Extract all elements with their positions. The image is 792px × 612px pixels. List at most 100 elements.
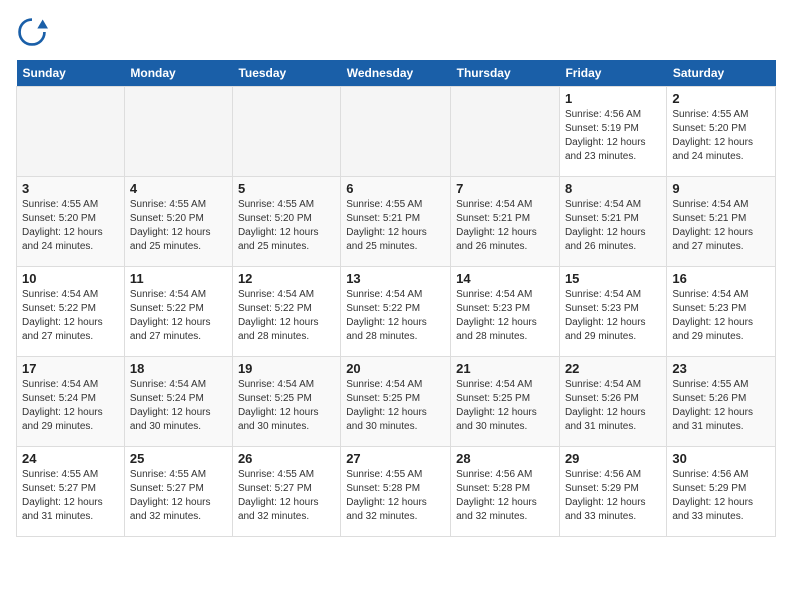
calendar-cell: 2 Sunrise: 4:55 AM Sunset: 5:20 PM Daylig… xyxy=(667,87,776,177)
day-number: 4 xyxy=(130,181,227,196)
day-number: 27 xyxy=(346,451,445,466)
calendar-cell: 4 Sunrise: 4:55 AM Sunset: 5:20 PM Daylig… xyxy=(124,177,232,267)
calendar-cell: 8 Sunrise: 4:54 AM Sunset: 5:21 PM Daylig… xyxy=(559,177,666,267)
calendar-cell xyxy=(232,87,340,177)
day-info: Sunrise: 4:55 AM Sunset: 5:27 PM Dayligh… xyxy=(22,468,119,524)
col-header-saturday: Saturday xyxy=(667,60,776,87)
calendar-week-2: 3 Sunrise: 4:55 AM Sunset: 5:20 PM Daylig… xyxy=(17,177,776,267)
calendar-table: SundayMondayTuesdayWednesdayThursdayFrid… xyxy=(16,60,776,537)
day-info: Sunrise: 4:54 AM Sunset: 5:22 PM Dayligh… xyxy=(346,288,445,344)
calendar-cell: 26 Sunrise: 4:55 AM Sunset: 5:27 PM Dayli… xyxy=(232,447,340,537)
calendar-week-5: 24 Sunrise: 4:55 AM Sunset: 5:27 PM Dayli… xyxy=(17,447,776,537)
day-info: Sunrise: 4:54 AM Sunset: 5:23 PM Dayligh… xyxy=(456,288,554,344)
calendar-cell: 13 Sunrise: 4:54 AM Sunset: 5:22 PM Dayli… xyxy=(341,267,451,357)
day-info: Sunrise: 4:55 AM Sunset: 5:20 PM Dayligh… xyxy=(130,198,227,254)
col-header-thursday: Thursday xyxy=(451,60,560,87)
day-info: Sunrise: 4:54 AM Sunset: 5:22 PM Dayligh… xyxy=(238,288,335,344)
day-number: 2 xyxy=(672,91,770,106)
day-number: 24 xyxy=(22,451,119,466)
day-number: 29 xyxy=(565,451,661,466)
logo-icon xyxy=(16,16,48,48)
day-info: Sunrise: 4:54 AM Sunset: 5:23 PM Dayligh… xyxy=(565,288,661,344)
calendar-cell: 5 Sunrise: 4:55 AM Sunset: 5:20 PM Daylig… xyxy=(232,177,340,267)
calendar-cell: 1 Sunrise: 4:56 AM Sunset: 5:19 PM Daylig… xyxy=(559,87,666,177)
day-info: Sunrise: 4:54 AM Sunset: 5:21 PM Dayligh… xyxy=(565,198,661,254)
day-info: Sunrise: 4:54 AM Sunset: 5:22 PM Dayligh… xyxy=(130,288,227,344)
calendar-cell xyxy=(451,87,560,177)
day-info: Sunrise: 4:54 AM Sunset: 5:23 PM Dayligh… xyxy=(672,288,770,344)
calendar-cell: 3 Sunrise: 4:55 AM Sunset: 5:20 PM Daylig… xyxy=(17,177,125,267)
calendar-cell: 18Sunrise: 4:54 AM Sunset: 5:24 PM Dayli… xyxy=(124,357,232,447)
calendar-cell: 17Sunrise: 4:54 AM Sunset: 5:24 PM Dayli… xyxy=(17,357,125,447)
day-number: 1 xyxy=(565,91,661,106)
col-header-wednesday: Wednesday xyxy=(341,60,451,87)
calendar-cell: 10Sunrise: 4:54 AM Sunset: 5:22 PM Dayli… xyxy=(17,267,125,357)
day-info: Sunrise: 4:55 AM Sunset: 5:26 PM Dayligh… xyxy=(672,378,770,434)
day-info: Sunrise: 4:55 AM Sunset: 5:20 PM Dayligh… xyxy=(22,198,119,254)
calendar-cell: 6 Sunrise: 4:55 AM Sunset: 5:21 PM Daylig… xyxy=(341,177,451,267)
day-number: 9 xyxy=(672,181,770,196)
calendar-cell: 19 Sunrise: 4:54 AM Sunset: 5:25 PM Dayli… xyxy=(232,357,340,447)
day-info: Sunrise: 4:54 AM Sunset: 5:21 PM Dayligh… xyxy=(672,198,770,254)
col-header-tuesday: Tuesday xyxy=(232,60,340,87)
calendar-week-1: 1 Sunrise: 4:56 AM Sunset: 5:19 PM Daylig… xyxy=(17,87,776,177)
day-info: Sunrise: 4:55 AM Sunset: 5:21 PM Dayligh… xyxy=(346,198,445,254)
day-number: 15 xyxy=(565,271,661,286)
day-number: 13 xyxy=(346,271,445,286)
day-info: Sunrise: 4:54 AM Sunset: 5:24 PM Dayligh… xyxy=(22,378,119,434)
day-number: 8 xyxy=(565,181,661,196)
calendar-cell: 25 Sunrise: 4:55 AM Sunset: 5:27 PM Dayli… xyxy=(124,447,232,537)
calendar-week-4: 17Sunrise: 4:54 AM Sunset: 5:24 PM Dayli… xyxy=(17,357,776,447)
day-info: Sunrise: 4:54 AM Sunset: 5:22 PM Dayligh… xyxy=(22,288,119,344)
day-info: Sunrise: 4:55 AM Sunset: 5:28 PM Dayligh… xyxy=(346,468,445,524)
calendar-cell: 15 Sunrise: 4:54 AM Sunset: 5:23 PM Dayli… xyxy=(559,267,666,357)
day-info: Sunrise: 4:55 AM Sunset: 5:20 PM Dayligh… xyxy=(238,198,335,254)
day-info: Sunrise: 4:56 AM Sunset: 5:28 PM Dayligh… xyxy=(456,468,554,524)
day-info: Sunrise: 4:55 AM Sunset: 5:27 PM Dayligh… xyxy=(238,468,335,524)
day-number: 14 xyxy=(456,271,554,286)
calendar-cell xyxy=(341,87,451,177)
col-header-sunday: Sunday xyxy=(17,60,125,87)
day-info: Sunrise: 4:54 AM Sunset: 5:25 PM Dayligh… xyxy=(238,378,335,434)
day-number: 19 xyxy=(238,361,335,376)
day-info: Sunrise: 4:56 AM Sunset: 5:29 PM Dayligh… xyxy=(672,468,770,524)
calendar-cell: 12 Sunrise: 4:54 AM Sunset: 5:22 PM Dayli… xyxy=(232,267,340,357)
day-number: 22 xyxy=(565,361,661,376)
calendar-cell: 16 Sunrise: 4:54 AM Sunset: 5:23 PM Dayli… xyxy=(667,267,776,357)
calendar-cell xyxy=(124,87,232,177)
day-info: Sunrise: 4:54 AM Sunset: 5:26 PM Dayligh… xyxy=(565,378,661,434)
day-number: 28 xyxy=(456,451,554,466)
calendar-cell xyxy=(17,87,125,177)
calendar-cell: 22 Sunrise: 4:54 AM Sunset: 5:26 PM Dayli… xyxy=(559,357,666,447)
page-header xyxy=(16,16,776,48)
day-info: Sunrise: 4:54 AM Sunset: 5:24 PM Dayligh… xyxy=(130,378,227,434)
calendar-cell: 28 Sunrise: 4:56 AM Sunset: 5:28 PM Dayli… xyxy=(451,447,560,537)
day-info: Sunrise: 4:55 AM Sunset: 5:27 PM Dayligh… xyxy=(130,468,227,524)
day-number: 5 xyxy=(238,181,335,196)
col-header-monday: Monday xyxy=(124,60,232,87)
day-info: Sunrise: 4:54 AM Sunset: 5:25 PM Dayligh… xyxy=(346,378,445,434)
day-number: 16 xyxy=(672,271,770,286)
day-number: 7 xyxy=(456,181,554,196)
calendar-cell: 30 Sunrise: 4:56 AM Sunset: 5:29 PM Dayli… xyxy=(667,447,776,537)
day-number: 3 xyxy=(22,181,119,196)
day-number: 30 xyxy=(672,451,770,466)
calendar-cell: 27 Sunrise: 4:55 AM Sunset: 5:28 PM Dayli… xyxy=(341,447,451,537)
day-number: 20 xyxy=(346,361,445,376)
day-info: Sunrise: 4:56 AM Sunset: 5:19 PM Dayligh… xyxy=(565,108,661,164)
day-number: 23 xyxy=(672,361,770,376)
calendar-cell: 24 Sunrise: 4:55 AM Sunset: 5:27 PM Dayli… xyxy=(17,447,125,537)
day-number: 26 xyxy=(238,451,335,466)
day-number: 6 xyxy=(346,181,445,196)
day-info: Sunrise: 4:55 AM Sunset: 5:20 PM Dayligh… xyxy=(672,108,770,164)
calendar-cell: 9 Sunrise: 4:54 AM Sunset: 5:21 PM Daylig… xyxy=(667,177,776,267)
day-number: 25 xyxy=(130,451,227,466)
calendar-cell: 20 Sunrise: 4:54 AM Sunset: 5:25 PM Dayli… xyxy=(341,357,451,447)
day-number: 12 xyxy=(238,271,335,286)
day-info: Sunrise: 4:54 AM Sunset: 5:21 PM Dayligh… xyxy=(456,198,554,254)
calendar-week-3: 10Sunrise: 4:54 AM Sunset: 5:22 PM Dayli… xyxy=(17,267,776,357)
day-number: 21 xyxy=(456,361,554,376)
col-header-friday: Friday xyxy=(559,60,666,87)
calendar-cell: 7 Sunrise: 4:54 AM Sunset: 5:21 PM Daylig… xyxy=(451,177,560,267)
calendar-cell: 23 Sunrise: 4:55 AM Sunset: 5:26 PM Dayli… xyxy=(667,357,776,447)
